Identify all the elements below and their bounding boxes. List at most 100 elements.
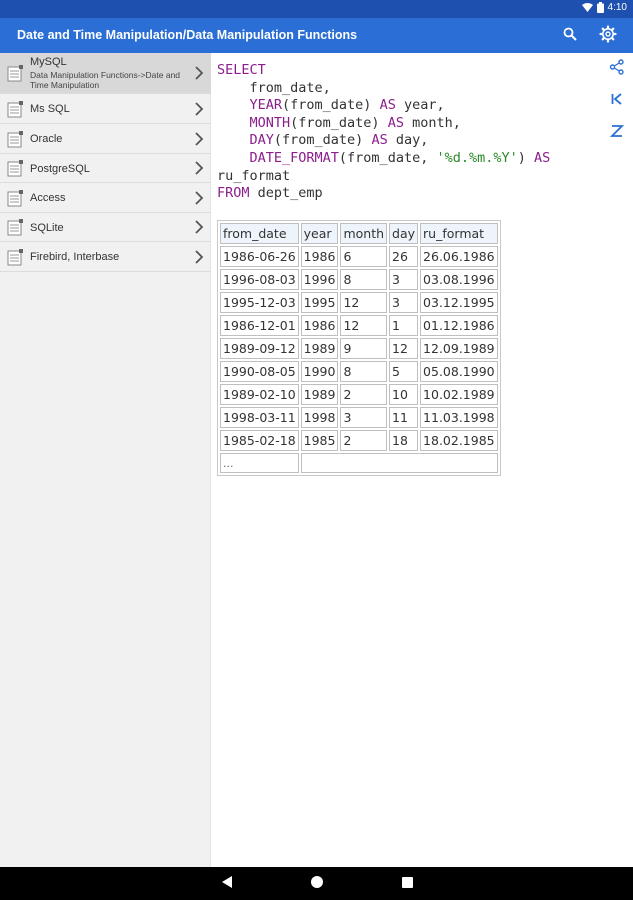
table-row: 1985-02-18 1985 2 18 18.02.1985 xyxy=(220,430,498,451)
sidebar-item-sqlite[interactable]: SQLite xyxy=(0,213,211,242)
sidebar-item-mssql[interactable]: Ms SQL xyxy=(0,94,211,124)
database-icon xyxy=(7,189,24,207)
back-button[interactable] xyxy=(218,875,236,893)
table-cell: 10.02.1989 xyxy=(420,384,498,405)
table-cell: 1986 xyxy=(300,246,339,267)
table-cell: 2 xyxy=(340,430,388,451)
column-header: ru_format xyxy=(420,223,498,244)
sort-icon xyxy=(609,124,625,143)
table-cell: 26 xyxy=(389,246,419,267)
table-cell: 12 xyxy=(340,292,388,313)
first-page-icon xyxy=(610,92,624,111)
chevron-right-icon xyxy=(194,249,204,264)
chevron-right-icon xyxy=(194,131,204,146)
table-cell: 18 xyxy=(389,430,419,451)
sql-keyword: YEAR xyxy=(249,97,283,114)
table-cell: 12 xyxy=(389,338,419,359)
sql-keyword: AS xyxy=(387,114,404,131)
table-cell: 5 xyxy=(389,361,419,382)
database-icon xyxy=(7,248,24,266)
column-header: year xyxy=(300,223,339,244)
table-cell: 1986-06-26 xyxy=(220,246,299,267)
more-rows-indicator: ... xyxy=(220,453,299,473)
settings-button[interactable] xyxy=(596,24,620,48)
sql-text: ) xyxy=(517,149,535,166)
table-cell: 1986-12-01 xyxy=(220,315,299,336)
column-header: day xyxy=(389,223,419,244)
sql-text: year, xyxy=(395,97,445,114)
table-cell: 1985 xyxy=(300,430,339,451)
recents-button[interactable] xyxy=(398,875,416,893)
database-icon xyxy=(7,219,24,236)
sql-keyword: AS xyxy=(379,97,396,114)
gear-icon xyxy=(599,24,617,48)
page-title: Date and Time Manipulation/Data Manipula… xyxy=(17,28,358,42)
table-header-row: from_date year month day ru_format xyxy=(220,223,498,244)
search-button[interactable] xyxy=(558,24,582,48)
database-icon xyxy=(7,160,24,177)
sidebar-item-label: Oracle xyxy=(30,133,63,145)
chevron-right-icon xyxy=(194,220,204,234)
app-bar: Date and Time Manipulation/Data Manipula… xyxy=(0,18,633,53)
table-cell: 12.09.1989 xyxy=(420,338,498,359)
first-page-button[interactable] xyxy=(607,91,627,111)
table-cell: 1996-08-03 xyxy=(220,269,299,290)
table-cell: 1990 xyxy=(300,361,339,382)
sidebar-item-oracle[interactable]: Oracle xyxy=(0,124,211,154)
table-row: 1995-12-03 1995 12 3 03.12.1995 xyxy=(220,292,498,313)
content-panel: SELECT from_date, YEAR(from_date) AS yea… xyxy=(212,53,602,867)
sql-text: day, xyxy=(387,132,429,149)
sidebar-item-access[interactable]: Access xyxy=(0,183,211,213)
sql-keyword: FROM xyxy=(217,185,250,202)
column-header: from_date xyxy=(220,223,299,244)
table-cell: 3 xyxy=(340,407,388,428)
home-icon xyxy=(311,875,323,893)
table-cell: 1995 xyxy=(300,292,339,313)
search-icon xyxy=(563,27,577,46)
status-time: 4:10 xyxy=(607,2,627,13)
table-cell: 12 xyxy=(340,315,388,336)
sort-button[interactable] xyxy=(607,123,627,143)
sidebar-item-label: Ms SQL xyxy=(30,103,70,115)
table-cell: 11 xyxy=(389,407,419,428)
table-cell: 1998-03-11 xyxy=(220,407,299,428)
table-cell: 26.06.1986 xyxy=(420,246,498,267)
table-cell: 1989 xyxy=(300,338,339,359)
sql-text: ru_format xyxy=(217,167,291,184)
table-cell: 01.12.1986 xyxy=(420,315,498,336)
table-row: 1990-08-05 1990 8 5 05.08.1990 xyxy=(220,361,498,382)
sidebar-item-label: MySQL xyxy=(30,56,67,68)
sql-text: dept_emp xyxy=(249,185,323,202)
table-cell: 1 xyxy=(389,315,419,336)
table-cell: 11.03.1998 xyxy=(420,407,498,428)
share-icon xyxy=(609,58,625,80)
database-icon xyxy=(7,130,24,148)
table-cell: 3 xyxy=(389,269,419,290)
table-row: 1989-09-12 1989 9 12 12.09.1989 xyxy=(220,338,498,359)
table-cell-empty xyxy=(300,453,498,473)
column-header: month xyxy=(340,223,388,244)
table-cell: 8 xyxy=(340,361,388,382)
sidebar-item-path: Data Manipulation Functions->Date and Ti… xyxy=(30,70,181,90)
sidebar-item-label: PostgreSQL xyxy=(30,163,90,175)
sidebar-item-label: Firebird, Interbase xyxy=(30,251,120,263)
sidebar-item-mysql[interactable]: MySQL Data Manipulation Functions->Date … xyxy=(0,53,211,94)
table-cell: 1989-09-12 xyxy=(220,338,299,359)
sidebar-item-firebird[interactable]: Firebird, Interbase xyxy=(0,242,211,272)
table-cell: 6 xyxy=(340,246,388,267)
table-cell: 1990-08-05 xyxy=(220,361,299,382)
sidebar-item-postgresql[interactable]: PostgreSQL xyxy=(0,154,211,183)
sql-string: '%d.%m.%Y' xyxy=(436,149,518,166)
sql-keyword: SELECT xyxy=(217,62,266,78)
chevron-right-icon xyxy=(194,161,204,175)
table-cell: 03.12.1995 xyxy=(420,292,498,313)
sql-text: (from_date) xyxy=(273,132,372,149)
share-button[interactable] xyxy=(607,58,627,80)
battery-icon xyxy=(596,2,604,13)
chevron-right-icon xyxy=(194,66,204,80)
home-button[interactable] xyxy=(308,875,326,893)
database-icon xyxy=(7,65,24,82)
table-cell: 1998 xyxy=(300,407,339,428)
right-toolbar xyxy=(602,53,633,867)
sql-keyword: AS xyxy=(371,132,388,149)
